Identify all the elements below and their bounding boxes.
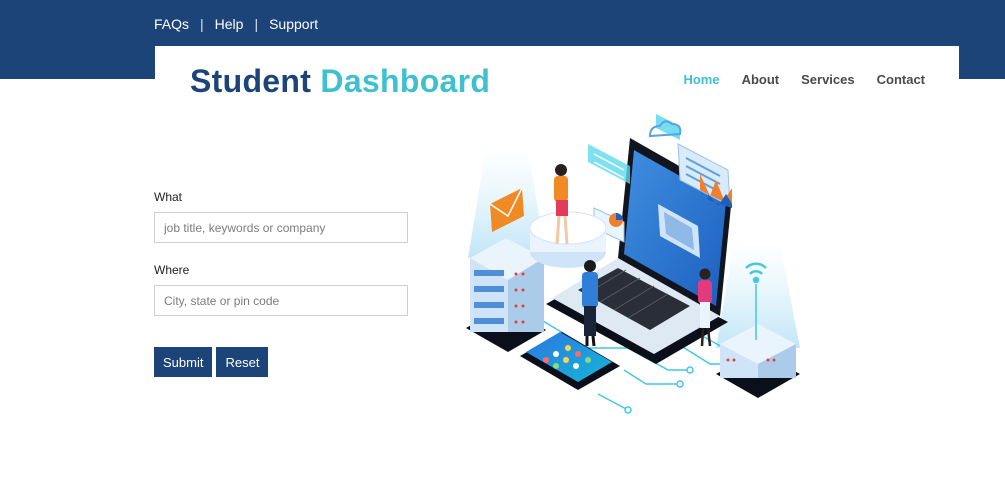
- dashboard-illustration: [466, 114, 800, 414]
- what-input[interactable]: [154, 212, 408, 243]
- header: Student Dashboard Home About Services Co…: [155, 46, 959, 112]
- top-link-separator: |: [200, 16, 204, 32]
- reset-button[interactable]: Reset: [216, 347, 269, 377]
- help-link[interactable]: Help: [215, 16, 244, 32]
- support-link[interactable]: Support: [269, 16, 318, 32]
- nav-services[interactable]: Services: [801, 72, 855, 87]
- nav-contact[interactable]: Contact: [877, 72, 925, 87]
- site-title-part1: Student: [190, 63, 312, 99]
- smartphone: [520, 332, 620, 390]
- where-input[interactable]: [154, 285, 408, 316]
- search-form: What Where Submit Reset: [154, 190, 408, 377]
- where-label: Where: [154, 263, 190, 277]
- site-title[interactable]: Student Dashboard: [190, 63, 490, 100]
- submit-button[interactable]: Submit: [154, 347, 213, 377]
- nav-about[interactable]: About: [742, 72, 780, 87]
- main-nav: Home About Services Contact: [683, 72, 925, 87]
- site-title-part2: Dashboard: [320, 63, 491, 99]
- person-man-standing: [582, 260, 598, 347]
- faqs-link[interactable]: FAQs: [154, 16, 189, 32]
- nav-home[interactable]: Home: [683, 72, 719, 87]
- top-link-separator: |: [254, 16, 259, 32]
- what-label: What: [154, 190, 183, 204]
- form-buttons: Submit Reset: [154, 347, 408, 377]
- top-links: FAQs | Help | Support: [154, 16, 318, 32]
